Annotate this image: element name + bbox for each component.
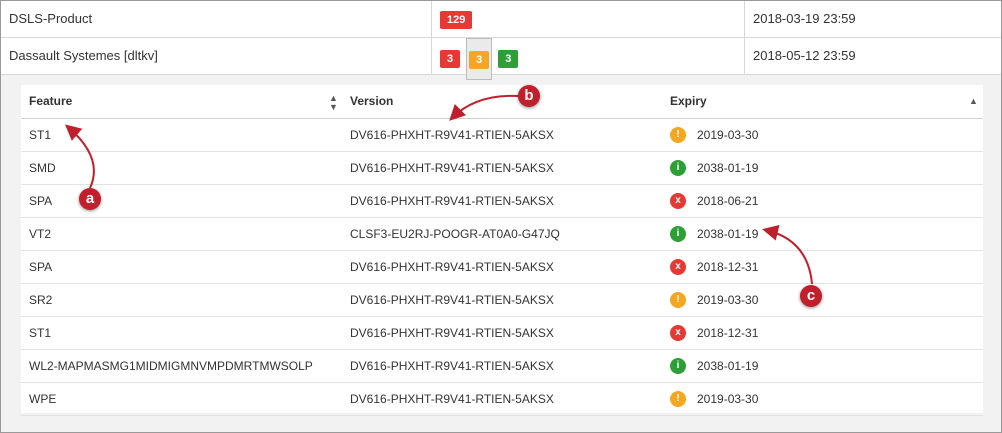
arrow-a — [64, 124, 95, 189]
annotation-marker-c: c — [800, 285, 822, 307]
annotation-marker-b: b — [518, 85, 540, 107]
arrow-b — [449, 94, 519, 121]
annotation-arrows — [64, 94, 813, 285]
arrow-c — [762, 225, 813, 285]
annotation-marker-a: a — [79, 188, 101, 210]
